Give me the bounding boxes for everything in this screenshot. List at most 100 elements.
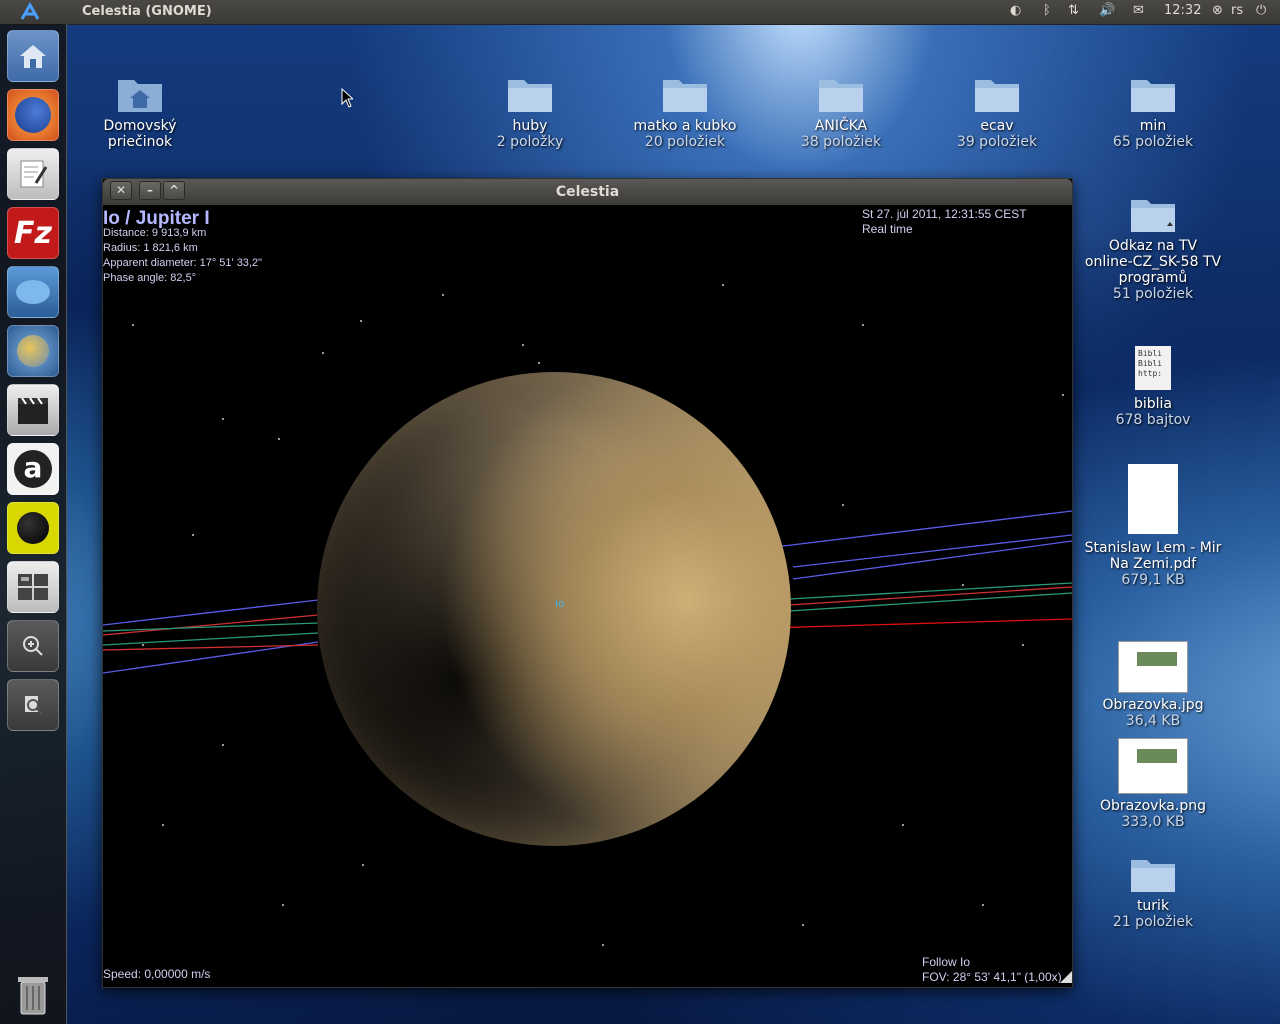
object-info: Io / Jupiter I Distance: 9 913,9 km Radi… xyxy=(103,208,263,286)
desktop-icon-sub: 36,4 KB xyxy=(1125,713,1181,729)
object-distance: Distance: 9 913,9 km xyxy=(103,227,207,239)
desktop-icon-obrazovka-jpg[interactable]: Obrazovka.jpg 36,4 KB xyxy=(1083,641,1223,729)
mouse-pointer-icon xyxy=(341,88,353,108)
app-title: Celestia (GNOME) xyxy=(82,4,212,19)
audacious-icon[interactable]: a xyxy=(7,443,59,495)
desktop-icon-label: ANIČKA xyxy=(814,118,868,134)
object-name: Io / Jupiter I xyxy=(103,208,210,229)
desktop-icon-label: Odkaz na TV online-CZ_SK-58 TV programů xyxy=(1084,238,1222,286)
time-info: St 27. júl 2011, 12:31:55 CEST Real time xyxy=(862,207,1027,237)
mail-icon[interactable]: ✉ xyxy=(1133,3,1144,18)
zoom-in-icon[interactable] xyxy=(7,620,59,672)
desktop-icon-home[interactable]: Domovský priečinok xyxy=(70,74,210,150)
object-label: Io xyxy=(555,598,565,610)
maximize-button[interactable]: ^ xyxy=(163,181,185,200)
network-icon[interactable]: ◐ xyxy=(1010,3,1021,18)
celestia-icon[interactable] xyxy=(7,502,59,554)
firefox-icon[interactable] xyxy=(7,89,59,141)
desktop-icon-sub: 20 položiek xyxy=(644,134,726,150)
desktop-icon-label: Stanislaw Lem - Mir Na Zemi.pdf xyxy=(1084,540,1222,572)
image-thumbnail-icon xyxy=(1118,641,1188,693)
speed-readout: Speed: 0,00000 m/s xyxy=(103,967,211,981)
desktop-icon-sub: 39 položiek xyxy=(956,134,1038,150)
folder-icon xyxy=(817,74,865,114)
pdf-file-icon xyxy=(1128,464,1178,534)
io-moon[interactable] xyxy=(317,372,791,846)
user-status-icon[interactable]: ⊗ xyxy=(1212,3,1223,18)
folder-icon xyxy=(973,74,1021,114)
desktop-icon-sub: 21 položiek xyxy=(1112,914,1194,930)
user-name[interactable]: rs xyxy=(1231,3,1243,18)
folder-icon xyxy=(506,74,554,114)
desktop-icon-tv-link[interactable]: Odkaz na TV online-CZ_SK-58 TV programů … xyxy=(1083,194,1223,302)
desktop-icon-turik[interactable]: turik 21 položiek xyxy=(1083,854,1223,930)
desktop-icon-ecav[interactable]: ecav 39 položiek xyxy=(927,74,1067,150)
trash-icon[interactable] xyxy=(7,968,59,1020)
minimize-button[interactable]: – xyxy=(139,181,161,200)
image-thumbnail-icon xyxy=(1118,738,1188,794)
power-icon[interactable]: ⏻ xyxy=(1256,3,1266,18)
desktop-icon-label: Obrazovka.png xyxy=(1100,798,1206,814)
desktop-icon-pdf[interactable]: Stanislaw Lem - Mir Na Zemi.pdf 679,1 KB xyxy=(1083,464,1223,588)
top-panel: Celestia (GNOME) ◐ ᛒ ⇅ 🔊 ✉ 12:32 ⊗ rs ⏻ xyxy=(0,0,1280,24)
folder-icon xyxy=(661,74,709,114)
desktop-icon-label: huby xyxy=(512,118,548,134)
search-files-icon[interactable] xyxy=(7,679,59,731)
volume-icon[interactable]: 🔊 xyxy=(1099,3,1115,18)
file-text-line: Bibli xyxy=(1138,359,1163,368)
view-info: Follow Io FOV: 28° 53' 41,1" (1,00x) xyxy=(922,955,1062,983)
folder-icon xyxy=(1129,74,1177,114)
desktop-icon-label: Domovský priečinok xyxy=(103,118,177,150)
object-phase-angle: Phase angle: 82,5° xyxy=(103,272,197,284)
desktop-icon-label: ecav xyxy=(980,118,1014,134)
home-folder-launcher-icon[interactable] xyxy=(7,30,59,82)
follow-mode: Follow Io xyxy=(922,955,971,969)
text-file-icon: Bibli Bibli http: xyxy=(1135,346,1171,390)
launcher: Fz a xyxy=(0,24,67,1024)
desktop-icon-biblia[interactable]: Bibli Bibli http: biblia 678 bajtov xyxy=(1083,346,1223,428)
video-editor-icon[interactable] xyxy=(7,384,59,436)
web-browser-icon[interactable] xyxy=(7,325,59,377)
window-title: Celestia xyxy=(555,184,620,200)
desktop-icon-huby[interactable]: huby 2 položky xyxy=(460,74,600,150)
text-editor-icon[interactable] xyxy=(7,148,59,200)
desktop-icon-sub: 2 položky xyxy=(496,134,564,150)
celestia-window: ✕ – ^ Celestia Io / Jupiter I Distance: … xyxy=(102,178,1073,988)
desktop-icon-label: matko a kubko xyxy=(633,118,737,134)
transfer-icon[interactable]: ⇅ xyxy=(1068,3,1079,18)
desktop-icon-label: Obrazovka.jpg xyxy=(1102,697,1204,713)
desktop-icon-matko[interactable]: matko a kubko 20 položiek xyxy=(615,74,755,150)
desktop-icon-sub: 333,0 KB xyxy=(1121,814,1185,830)
fov-readout: FOV: 28° 53' 41,1" (1,00x) xyxy=(922,970,1062,983)
desktop-icon-anicka[interactable]: ANIČKA 38 položiek xyxy=(771,74,911,150)
object-apparent-diameter: Apparent diameter: 17° 51' 33,2" xyxy=(103,257,263,269)
object-radius: Radius: 1 821,6 km xyxy=(103,242,198,254)
folder-link-icon xyxy=(1129,194,1177,234)
resize-grip-icon[interactable] xyxy=(1060,971,1072,983)
clock[interactable]: 12:32 xyxy=(1164,3,1201,18)
ubuntu-logo-icon[interactable] xyxy=(16,2,44,22)
home-folder-icon xyxy=(116,74,164,114)
desktop-icon-label: turik xyxy=(1136,898,1170,914)
filezilla-icon[interactable]: Fz xyxy=(7,207,59,259)
desktop-icon-label: min xyxy=(1139,118,1167,134)
file-text-line: http: xyxy=(1138,369,1163,378)
pidgin-icon[interactable] xyxy=(7,266,59,318)
desktop-icon-obrazovka-png[interactable]: Obrazovka.png 333,0 KB xyxy=(1083,738,1223,830)
desktop-icon-label: biblia xyxy=(1133,396,1173,412)
window-titlebar[interactable]: ✕ – ^ Celestia xyxy=(103,179,1072,205)
desktop-icon-sub: 679,1 KB xyxy=(1121,572,1185,588)
desktop-icon-sub: 38 položiek xyxy=(800,134,882,150)
desktop-icon-sub: 51 položiek xyxy=(1112,286,1194,302)
close-button[interactable]: ✕ xyxy=(110,181,132,200)
file-text-line: Bibli xyxy=(1138,349,1163,358)
celestia-3d-view[interactable]: Io / Jupiter I Distance: 9 913,9 km Radi… xyxy=(103,205,1072,983)
desktop-icon-sub: 65 položiek xyxy=(1112,134,1194,150)
desktop-icon-min[interactable]: min 65 položiek xyxy=(1083,74,1223,150)
bluetooth-icon[interactable]: ᛒ xyxy=(1043,3,1051,18)
time-mode: Real time xyxy=(862,222,913,236)
simulation-datetime: St 27. júl 2011, 12:31:55 CEST xyxy=(862,207,1027,221)
workspace-switcher-icon[interactable] xyxy=(7,561,59,613)
folder-icon xyxy=(1129,854,1177,894)
desktop-icon-sub: 678 bajtov xyxy=(1115,412,1191,428)
